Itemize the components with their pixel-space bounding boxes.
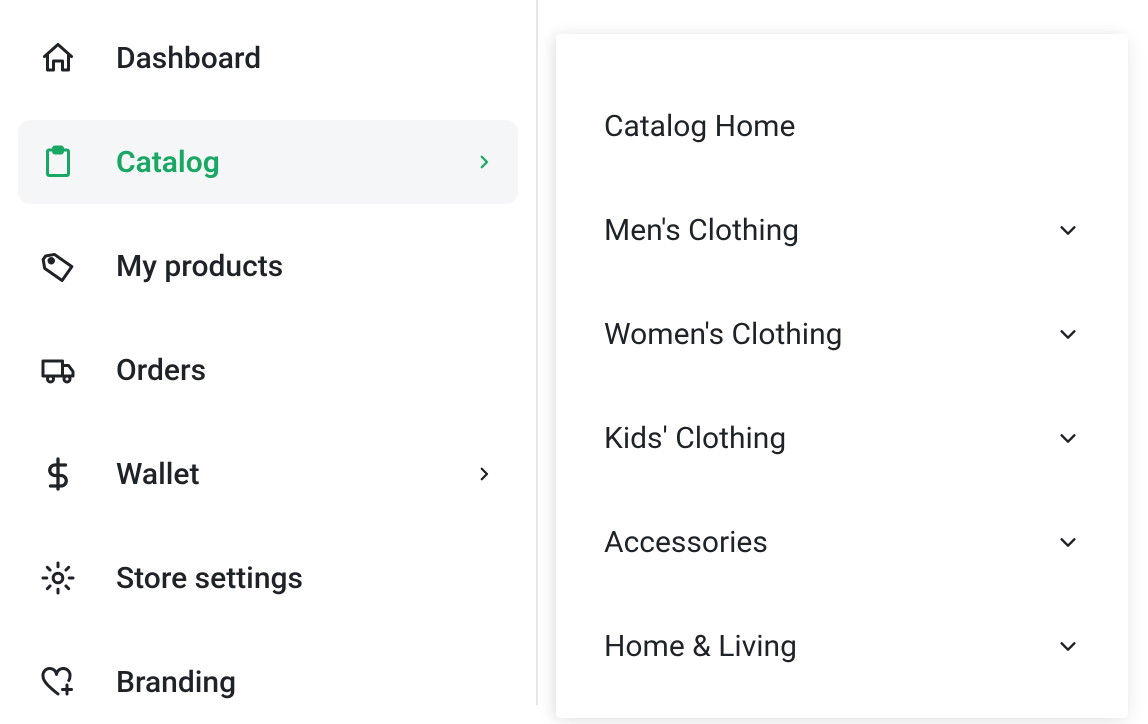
clipboard-icon (40, 144, 76, 180)
chevron-down-icon (1056, 322, 1080, 346)
sidebar-item-wallet[interactable]: Wallet (18, 432, 518, 516)
panel-item-womens-clothing[interactable]: Women's Clothing (556, 282, 1128, 386)
panel-item-label: Men's Clothing (604, 213, 799, 248)
sidebar-item-dashboard[interactable]: Dashboard (18, 16, 518, 100)
chevron-down-icon (1056, 634, 1080, 658)
catalog-submenu-panel: Catalog Home Men's Clothing Women's Clot… (556, 34, 1128, 718)
sidebar-item-label: My products (116, 249, 496, 284)
sidebar-item-store-settings[interactable]: Store settings (18, 536, 518, 620)
sidebar-item-label: Store settings (116, 561, 496, 596)
panel-item-label: Women's Clothing (604, 317, 843, 352)
sidebar-item-label: Branding (116, 665, 496, 700)
sidebar-item-label: Dashboard (116, 41, 496, 76)
chevron-down-icon (1056, 218, 1080, 242)
panel-item-label: Accessories (604, 525, 768, 560)
sidebar-item-catalog[interactable]: Catalog (18, 120, 518, 204)
home-icon (40, 40, 76, 76)
sidebar-item-label: Catalog (116, 145, 472, 180)
panel-item-home-living[interactable]: Home & Living (556, 594, 1128, 698)
sidebar-item-label: Orders (116, 353, 496, 388)
heart-plus-icon (40, 664, 76, 700)
sidebar-item-my-products[interactable]: My products (18, 224, 518, 308)
panel-item-catalog-home[interactable]: Catalog Home (556, 74, 1128, 178)
panel-item-kids-clothing[interactable]: Kids' Clothing (556, 386, 1128, 490)
panel-item-label: Home & Living (604, 629, 797, 664)
sidebar: Dashboard Catalog My products (0, 0, 538, 705)
chevron-down-icon (1056, 426, 1080, 450)
sidebar-item-orders[interactable]: Orders (18, 328, 518, 412)
chevron-right-icon (472, 150, 496, 174)
panel-item-label: Kids' Clothing (604, 421, 786, 456)
sidebar-item-label: Wallet (116, 457, 472, 492)
panel-item-mens-clothing[interactable]: Men's Clothing (556, 178, 1128, 282)
panel-item-accessories[interactable]: Accessories (556, 490, 1128, 594)
panel-item-label: Catalog Home (604, 109, 795, 144)
truck-icon (40, 352, 76, 388)
tag-icon (40, 248, 76, 284)
gear-icon (40, 560, 76, 596)
chevron-right-icon (472, 462, 496, 486)
dollar-icon (40, 456, 76, 492)
chevron-down-icon (1056, 530, 1080, 554)
sidebar-item-branding[interactable]: Branding (18, 640, 518, 724)
